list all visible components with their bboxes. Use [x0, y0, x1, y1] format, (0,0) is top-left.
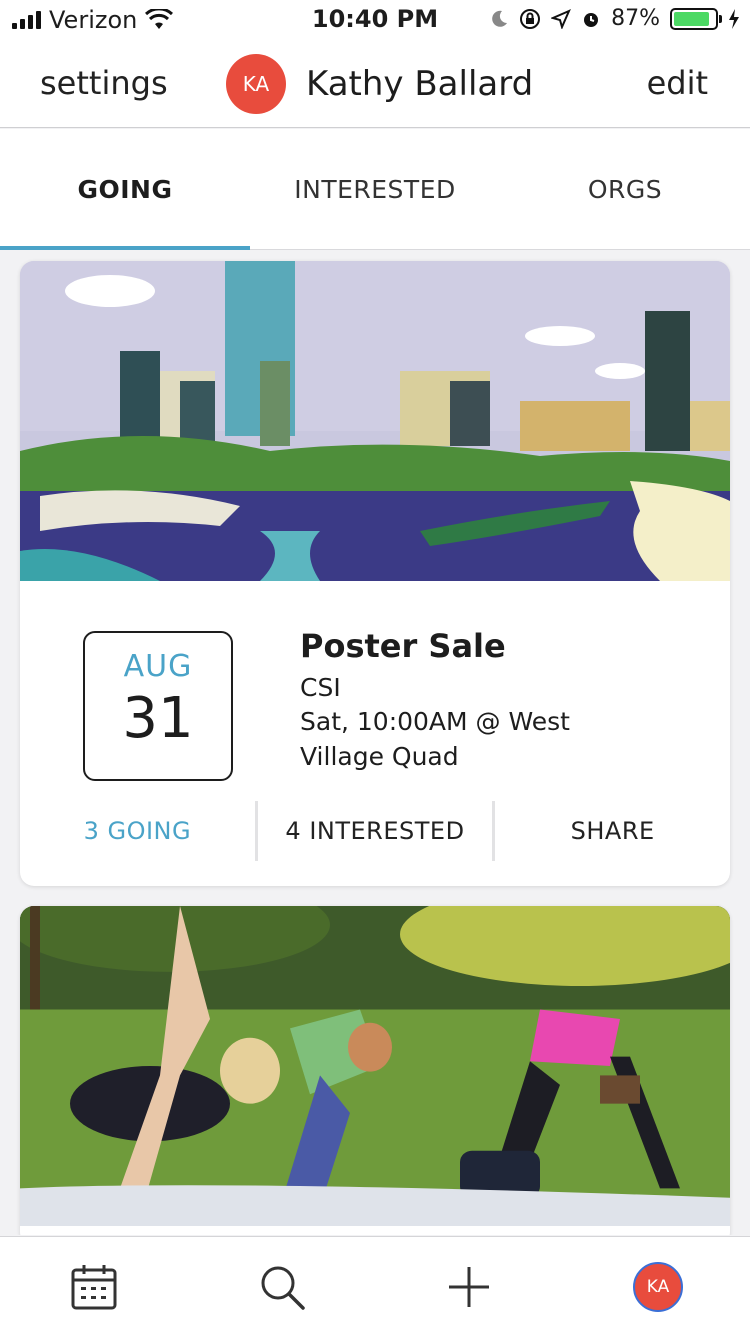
event-image	[20, 261, 730, 581]
event-card[interactable]: AUG 31 Poster Sale CSI Sat, 10:00AM @ We…	[20, 261, 730, 886]
search-tab[interactable]	[252, 1259, 312, 1315]
event-details: AUG 31 Poster Sale CSI Sat, 10:00AM @ We…	[20, 581, 730, 886]
location-icon	[551, 8, 572, 29]
profile-tab[interactable]: KA	[628, 1259, 688, 1315]
segment-tabs: GOING INTERESTED ORGS	[0, 129, 750, 250]
bottom-tab-bar: KA	[0, 1236, 750, 1334]
status-bar: Verizon 10:40 PM 87%	[0, 0, 750, 40]
avatar: KA	[226, 54, 286, 114]
profile-avatar: KA	[633, 1262, 683, 1312]
event-time-location: Sat, 10:00AM @ West Village Quad	[300, 707, 570, 771]
user-name: Kathy Ballard	[306, 64, 534, 104]
event-info: Poster Sale CSI Sat, 10:00AM @ West Vill…	[300, 627, 600, 774]
battery-percent: 87%	[611, 6, 660, 31]
going-button[interactable]: 3 GOING	[20, 801, 255, 861]
charging-icon	[729, 8, 739, 29]
event-image	[20, 906, 730, 1226]
settings-button[interactable]: settings	[40, 64, 168, 102]
search-icon	[261, 1266, 305, 1310]
battery-fill	[674, 11, 709, 26]
event-org[interactable]: CSI	[300, 673, 600, 702]
rotation-lock-icon	[520, 8, 541, 29]
event-actions: 3 GOING 4 INTERESTED SHARE	[20, 801, 730, 861]
event-day: 31	[122, 686, 194, 751]
profile-header: settings KA Kathy Ballard edit	[0, 40, 750, 128]
event-card[interactable]	[20, 906, 730, 1235]
tab-orgs[interactable]: ORGS	[500, 129, 750, 249]
add-event-tab[interactable]	[439, 1259, 499, 1315]
interested-button[interactable]: 4 INTERESTED	[258, 801, 493, 861]
event-title[interactable]: Poster Sale	[300, 627, 600, 665]
calendar-icon	[71, 1265, 117, 1310]
alarm-icon	[584, 12, 599, 27]
add-icon	[449, 1267, 489, 1307]
event-date-badge: AUG 31	[83, 631, 233, 781]
calendar-tab[interactable]	[64, 1259, 124, 1315]
moon-icon	[492, 10, 508, 27]
status-right: 87%	[489, 6, 740, 31]
share-button[interactable]: SHARE	[495, 801, 730, 861]
profile-identity: KA Kathy Ballard	[226, 54, 533, 114]
tab-going[interactable]: GOING	[0, 129, 250, 250]
battery-icon	[670, 7, 722, 30]
event-feed[interactable]: AUG 31 Poster Sale CSI Sat, 10:00AM @ We…	[0, 251, 750, 1235]
tab-interested[interactable]: INTERESTED	[250, 129, 500, 249]
edit-button[interactable]: edit	[647, 64, 708, 102]
event-month: AUG	[123, 649, 193, 684]
